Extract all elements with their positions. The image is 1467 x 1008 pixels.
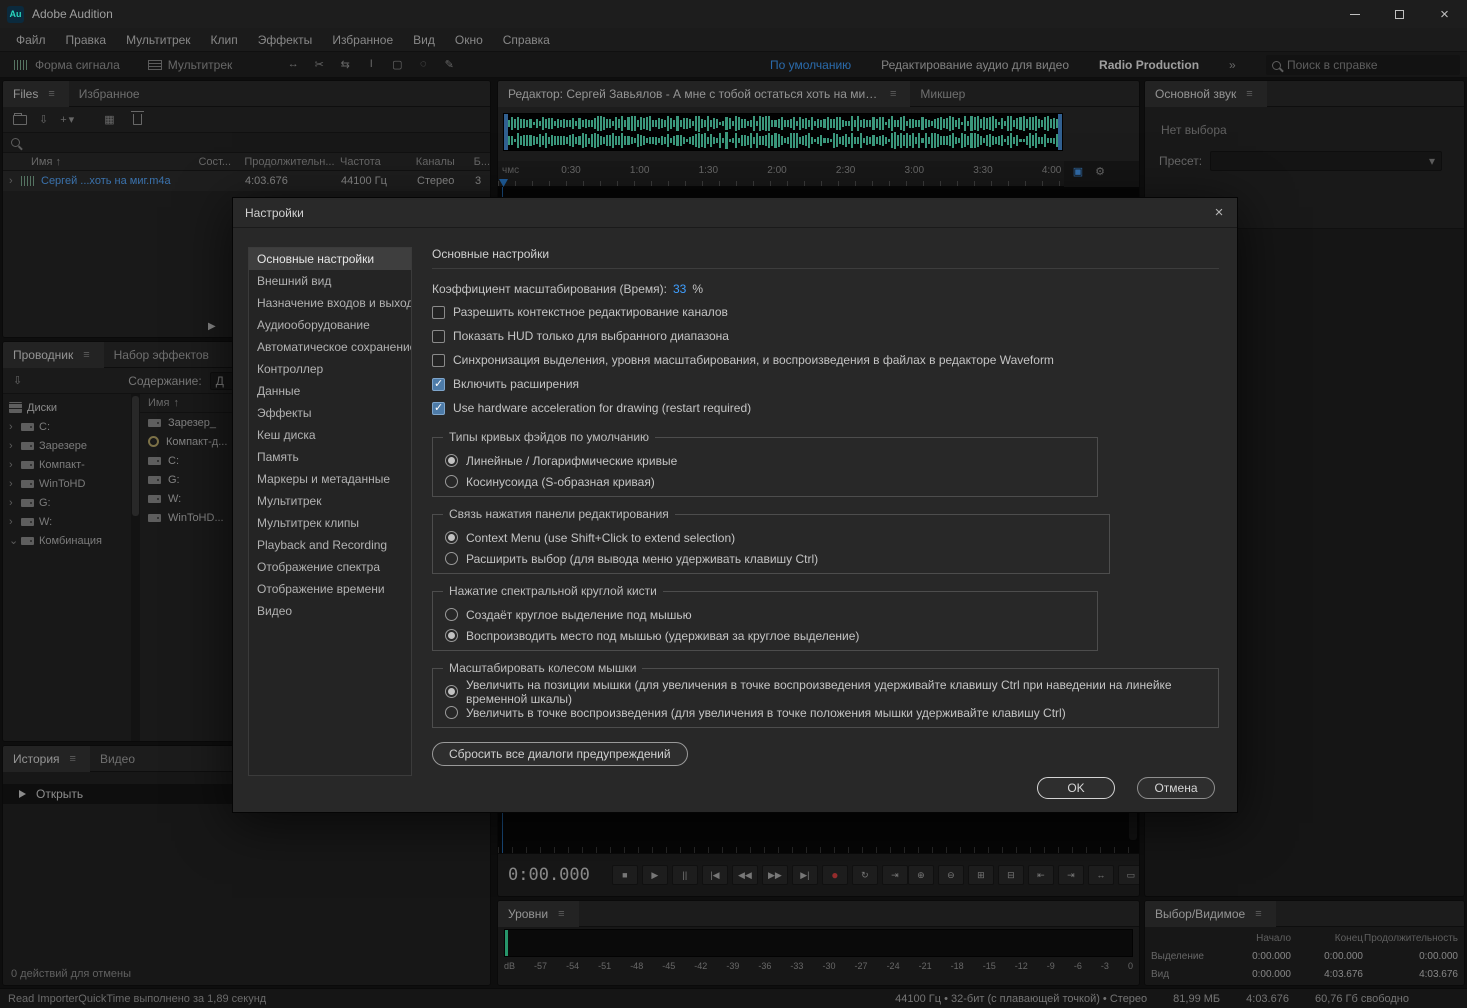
radio-label: Косинусоида (S-образная кривая) xyxy=(466,475,655,489)
radio-option-row[interactable]: Создаёт круглое выделение под мышью xyxy=(445,604,1085,625)
preferences-category-list: Основные настройкиВнешний видНазначение … xyxy=(248,247,412,776)
dialog-title: Настройки xyxy=(245,206,304,220)
checkbox[interactable] xyxy=(432,402,445,415)
pref-category[interactable]: Кеш диска xyxy=(249,424,411,446)
option-group-legend: Связь нажатия панели редактирования xyxy=(443,507,675,521)
maximize-icon xyxy=(1395,10,1404,19)
option-group-legend: Масштабировать колесом мышки xyxy=(443,661,642,675)
titlebar: Au Adobe Audition × xyxy=(0,0,1467,28)
radio-option-row[interactable]: Воспроизводить место под мышью (удержива… xyxy=(445,625,1085,646)
radio-label: Воспроизводить место под мышью (удержива… xyxy=(466,629,859,643)
radio-button[interactable] xyxy=(445,685,458,698)
radio-option-row[interactable]: Косинусоида (S-образная кривая) xyxy=(445,471,1085,492)
radio-option-row[interactable]: Context Menu (use Shift+Click to extend … xyxy=(445,527,1097,548)
radio-label: Увеличить в точке воспроизведения (для у… xyxy=(466,706,1066,720)
radio-button[interactable] xyxy=(445,706,458,719)
checkbox-label: Разрешить контекстное редактирование кан… xyxy=(453,305,728,319)
checkbox-list: Разрешить контекстное редактирование кан… xyxy=(432,300,1219,420)
minimize-icon xyxy=(1350,14,1360,15)
pref-category[interactable]: Внешний вид xyxy=(249,270,411,292)
pref-category[interactable]: Аудиооборудование xyxy=(249,314,411,336)
radio-option-row[interactable]: Линейные / Логарифмические кривые xyxy=(445,450,1085,471)
pref-category[interactable]: Данные xyxy=(249,380,411,402)
radio-option-row[interactable]: Расширить выбор (для вывода меню удержив… xyxy=(445,548,1097,569)
checkbox-label: Показать HUD только для выбранного диапа… xyxy=(453,329,729,343)
option-groups: Типы кривых фэйдов по умолчаниюЛинейные … xyxy=(432,437,1219,728)
pref-category[interactable]: Память xyxy=(249,446,411,468)
option-group: Связь нажатия панели редактированияConte… xyxy=(432,514,1110,574)
dialog-close-button[interactable]: × xyxy=(1201,198,1237,227)
cancel-button[interactable]: Отмена xyxy=(1137,777,1215,799)
app-title: Adobe Audition xyxy=(32,7,113,21)
checkbox-label: Синхронизация выделения, уровня масштаби… xyxy=(453,353,1054,367)
preferences-dialog: Настройки × Основные настройкиВнешний ви… xyxy=(232,197,1238,813)
pref-category[interactable]: Отображение спектра xyxy=(249,556,411,578)
checkbox[interactable] xyxy=(432,354,445,367)
checkbox-label: Use hardware acceleration for drawing (r… xyxy=(453,401,751,415)
close-icon: × xyxy=(1215,204,1224,221)
reset-warnings-button[interactable]: Сбросить все диалоги предупреждений xyxy=(432,742,688,766)
close-icon: × xyxy=(1440,7,1449,22)
checkbox[interactable] xyxy=(432,378,445,391)
radio-button[interactable] xyxy=(445,454,458,467)
pref-category[interactable]: Playback and Recording xyxy=(249,534,411,556)
option-group: Нажатие спектральной круглой кистиСоздаё… xyxy=(432,591,1098,651)
zoom-factor-suffix: % xyxy=(692,282,703,296)
radio-button[interactable] xyxy=(445,531,458,544)
ok-button[interactable]: OK xyxy=(1037,777,1115,799)
pref-checkbox-row[interactable]: Включить расширения xyxy=(432,372,1219,396)
minimize-button[interactable] xyxy=(1332,0,1377,28)
section-heading: Основные настройки xyxy=(432,247,1219,261)
pref-category[interactable]: Видео xyxy=(249,600,411,622)
pref-category[interactable]: Эффекты xyxy=(249,402,411,424)
pref-category[interactable]: Маркеры и метаданные xyxy=(249,468,411,490)
radio-label: Context Menu (use Shift+Click to extend … xyxy=(466,531,735,545)
option-group-legend: Типы кривых фэйдов по умолчанию xyxy=(443,430,655,444)
pref-category[interactable]: Отображение времени xyxy=(249,578,411,600)
radio-label: Создаёт круглое выделение под мышью xyxy=(466,608,692,622)
app-logo: Au xyxy=(7,6,24,23)
pref-category[interactable]: Основные настройки xyxy=(249,248,411,270)
zoom-factor-label: Коэффициент масштабирования (Время): xyxy=(432,282,667,296)
radio-label: Линейные / Логарифмические кривые xyxy=(466,454,677,468)
checkbox[interactable] xyxy=(432,306,445,319)
radio-option-row[interactable]: Увеличить на позиции мышки (для увеличен… xyxy=(445,681,1206,702)
pref-checkbox-row[interactable]: Разрешить контекстное редактирование кан… xyxy=(432,300,1219,324)
radio-label: Увеличить на позиции мышки (для увеличен… xyxy=(466,678,1206,706)
pref-category[interactable]: Мультитрек xyxy=(249,490,411,512)
option-group-legend: Нажатие спектральной круглой кисти xyxy=(443,584,663,598)
pref-category[interactable]: Автоматическое сохранение xyxy=(249,336,411,358)
radio-label: Расширить выбор (для вывода меню удержив… xyxy=(466,552,818,566)
pref-category[interactable]: Контроллер xyxy=(249,358,411,380)
option-group: Типы кривых фэйдов по умолчаниюЛинейные … xyxy=(432,437,1098,497)
maximize-button[interactable] xyxy=(1377,0,1422,28)
checkbox-label: Включить расширения xyxy=(453,377,579,391)
pref-checkbox-row[interactable]: Синхронизация выделения, уровня масштаби… xyxy=(432,348,1219,372)
zoom-factor-value[interactable]: 33 xyxy=(673,282,686,296)
close-button[interactable]: × xyxy=(1422,0,1467,28)
pref-checkbox-row[interactable]: Use hardware acceleration for drawing (r… xyxy=(432,396,1219,420)
checkbox[interactable] xyxy=(432,330,445,343)
radio-button[interactable] xyxy=(445,552,458,565)
pref-category[interactable]: Мультитрек клипы xyxy=(249,512,411,534)
pref-checkbox-row[interactable]: Показать HUD только для выбранного диапа… xyxy=(432,324,1219,348)
adobe-audition-window: Au Adobe Audition × ФайлПравкаМультитрек… xyxy=(0,0,1467,1008)
preferences-content: Основные настройки Коэффициент масштабир… xyxy=(432,247,1219,762)
option-group: Масштабировать колесом мышкиУвеличить на… xyxy=(432,668,1219,728)
radio-button[interactable] xyxy=(445,475,458,488)
radio-button[interactable] xyxy=(445,629,458,642)
pref-category[interactable]: Назначение входов и выходов xyxy=(249,292,411,314)
radio-button[interactable] xyxy=(445,608,458,621)
